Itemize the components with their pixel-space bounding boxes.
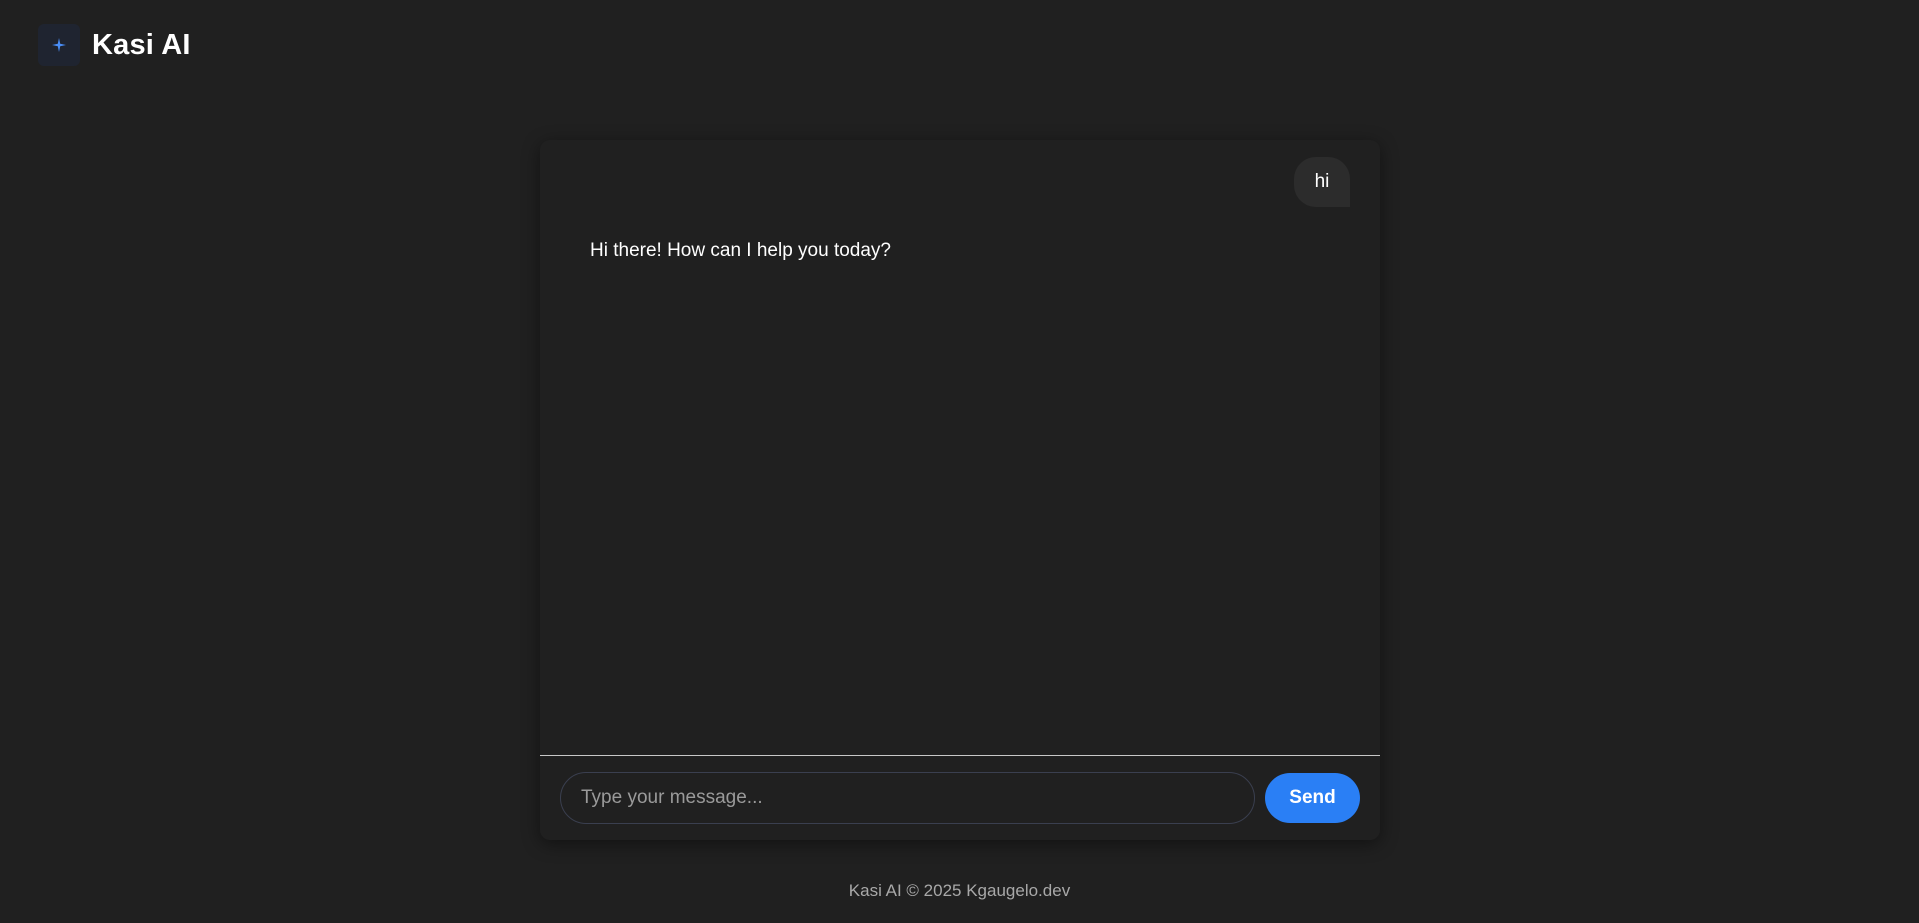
app-header: Kasi AI bbox=[38, 24, 191, 66]
app-title: Kasi AI bbox=[92, 28, 191, 61]
message-input[interactable] bbox=[560, 772, 1255, 824]
send-button[interactable]: Send bbox=[1265, 773, 1360, 823]
footer-text: Kasi AI © 2025 Kgaugelo.dev bbox=[848, 881, 1071, 900]
sparkle-icon bbox=[38, 24, 80, 66]
message-list: hi Hi there! How can I help you today? bbox=[540, 140, 1380, 755]
composer: Send bbox=[560, 772, 1360, 824]
composer-divider bbox=[540, 755, 1380, 756]
assistant-message: Hi there! How can I help you today? bbox=[590, 240, 892, 261]
user-message: hi bbox=[1294, 157, 1350, 207]
chat-panel: hi Hi there! How can I help you today? S… bbox=[540, 140, 1380, 840]
